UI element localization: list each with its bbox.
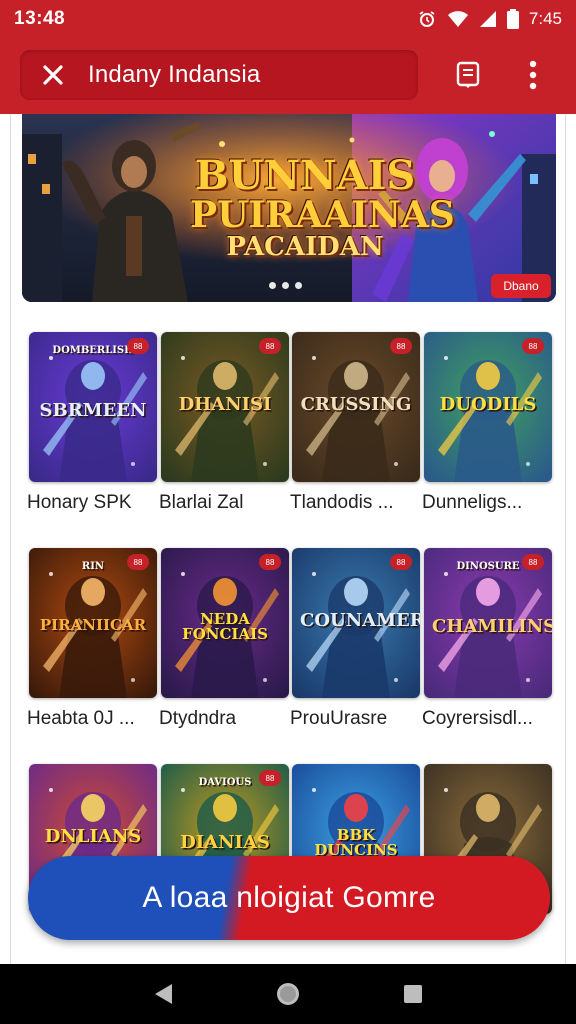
more-vert-icon <box>529 60 537 90</box>
game-title[interactable]: Dtydndra <box>159 708 293 730</box>
game-tile[interactable]: DOMBERLISH SBRMEEN 88 <box>29 332 157 482</box>
bookmark-button[interactable] <box>454 60 482 90</box>
banner-title-line1: BUNNAIS <box>194 152 416 199</box>
game-tile-title: BBK DUNCINS <box>314 826 398 859</box>
game-title[interactable]: Heabta 0J ... <box>27 708 161 730</box>
battery-icon <box>506 9 519 29</box>
recents-square-icon <box>404 985 423 1003</box>
download-game-button[interactable]: A loaa nloigiat Gomre <box>28 856 550 940</box>
title-pill: Indany Indansia <box>20 50 418 100</box>
status-bar: 13:48 7:45 <box>0 0 576 38</box>
featured-banner[interactable]: BUNNAIS PUIRAAINAS PACAIDAN Dbano <box>22 114 556 302</box>
close-button[interactable] <box>38 60 68 90</box>
game-tile-title: DHANISI <box>178 394 272 415</box>
alarm-icon <box>419 11 435 27</box>
banner-badge[interactable]: Dbano <box>491 274 551 298</box>
game-tile-title: SBRMEEN <box>39 400 147 421</box>
close-icon <box>43 65 63 85</box>
age-rating-badge: 88 <box>390 554 412 570</box>
nav-back-button[interactable] <box>143 974 183 1014</box>
game-tile-title: CRUSSING <box>300 394 412 415</box>
carousel-dot <box>282 282 289 289</box>
app-title: Indany Indansia <box>88 61 261 88</box>
carousel-indicator <box>269 282 302 289</box>
age-rating-badge: 88 <box>259 554 281 570</box>
system-nav-bar <box>0 964 576 1024</box>
nav-home-button[interactable] <box>268 974 308 1014</box>
more-options-button[interactable] <box>520 56 546 94</box>
signal-icon <box>479 11 496 27</box>
age-rating-badge: 88 <box>127 554 149 570</box>
banner-title-line2: PUIRAAINAS <box>190 193 455 236</box>
game-title[interactable]: Tlandodis ... <box>290 492 424 514</box>
age-rating-badge: 88 <box>522 554 544 570</box>
home-circle-icon <box>276 983 299 1005</box>
status-time: 13:48 <box>14 8 66 29</box>
status-icons: 7:45 <box>417 9 562 29</box>
game-tile[interactable]: DUODILS 88 <box>424 332 552 482</box>
age-rating-badge: 88 <box>259 338 281 354</box>
game-tile-title: COUNAMERS <box>300 610 420 631</box>
game-title[interactable]: Dunneligs... <box>422 492 556 514</box>
game-tile[interactable]: DHANISI 88 <box>161 332 289 482</box>
game-title[interactable]: Coyrersisdl... <box>422 708 556 730</box>
carousel-dot <box>295 282 302 289</box>
wifi-icon <box>447 11 468 27</box>
carousel-dot <box>269 282 276 289</box>
banner-title: BUNNAIS PUIRAAINAS PACAIDAN <box>190 152 455 262</box>
game-title[interactable]: ProuUrasre <box>290 708 424 730</box>
game-tile[interactable]: CRUSSING 88 <box>292 332 420 482</box>
app-bar: Indany Indansia <box>0 38 576 114</box>
game-tile-title: DIANIAS <box>180 832 270 853</box>
game-title[interactable]: Blarlai Zal <box>159 492 293 514</box>
back-triangle-icon <box>154 984 172 1004</box>
age-rating-badge: 88 <box>259 770 281 786</box>
game-title[interactable]: Honary SPK <box>27 492 161 514</box>
nav-recents-button[interactable] <box>393 974 433 1014</box>
game-tile-title: PIRANIICAR <box>39 616 147 634</box>
age-rating-badge: 88 <box>390 338 412 354</box>
age-rating-badge: 88 <box>522 338 544 354</box>
game-tile-title: DUODILS <box>439 394 537 415</box>
game-tile-title: CHAMILINS <box>432 616 552 637</box>
game-tile[interactable]: COUNAMERS 88 <box>292 548 420 698</box>
game-tile[interactable]: RIN PIRANIICAR 88 <box>29 548 157 698</box>
age-rating-badge: 88 <box>127 338 149 354</box>
game-tile[interactable]: DINOSURE CHAMILINS 88 <box>424 548 552 698</box>
game-tile-title: DNLIANS <box>44 826 142 847</box>
cta-label: A loaa nloigiat Gomre <box>142 881 436 914</box>
game-tile[interactable]: NEDA FONCIAIS 88 <box>161 548 289 698</box>
content-area: BUNNAIS PUIRAAINAS PACAIDAN Dbano DOMBER… <box>10 114 566 964</box>
game-tile-title: NEDA FONCIAIS <box>182 610 268 643</box>
bookmark-icon <box>456 61 480 88</box>
banner-title-line3: PACAIDAN <box>226 231 384 262</box>
status-right-time: 7:45 <box>528 9 562 28</box>
